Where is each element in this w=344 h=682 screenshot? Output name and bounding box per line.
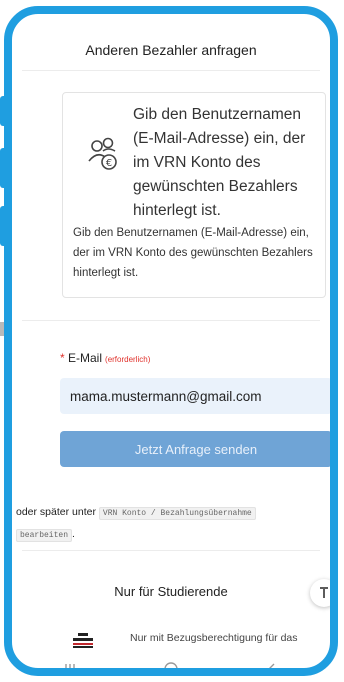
send-request-button[interactable]: Jetzt Anfrage senden	[60, 431, 330, 467]
email-label: * E-Mail (erforderlich)	[60, 351, 150, 365]
section-item-text: Nur mit Bezugsberechtigung für das	[130, 632, 298, 644]
users-euro-icon: €	[88, 137, 117, 170]
later-prefix: oder später unter	[16, 506, 96, 518]
dialog-title: Anderen Bezahler anfragen	[85, 42, 257, 58]
later-path-part2: bearbeiten	[16, 529, 73, 542]
info-text-large: Gib den Benutzernamen (E-Mail-Adresse) e…	[133, 106, 306, 219]
home-icon[interactable]	[163, 661, 179, 676]
later-path-part1: VRN Konto / Bezahlungsübernahme	[98, 507, 256, 520]
section-item[interactable]: Nur mit Bezugsberechtigung für das	[72, 632, 330, 652]
recents-icon[interactable]	[63, 662, 77, 676]
android-navbar	[20, 654, 322, 676]
later-suffix: .	[72, 528, 75, 540]
phone-frame: Anderen Bezahler anfragen € Gib den Benu…	[4, 6, 338, 676]
later-hint: oder später unter VRN Konto / Bezahlungs…	[16, 502, 330, 546]
email-value: mama.mustermann@gmail.com	[70, 388, 262, 404]
scroll-to-top-icon	[320, 587, 328, 598]
info-text-small: Gib den Benutzernamen (E-Mail-Adresse) e…	[73, 227, 313, 279]
email-label-text: E-Mail	[68, 351, 103, 365]
info-card: € Gib den Benutzernamen (E-Mail-Adresse)…	[62, 92, 326, 298]
section-title: Nur für Studierende	[114, 584, 228, 599]
card-divider	[22, 320, 320, 321]
required-star: *	[60, 351, 65, 365]
required-hint: (erforderlich)	[105, 355, 151, 364]
scroll-to-top-button[interactable]	[310, 579, 330, 607]
header-divider	[22, 70, 320, 71]
section-divider	[22, 550, 320, 551]
email-input[interactable]: mama.mustermann@gmail.com	[60, 378, 330, 414]
svg-text:€: €	[106, 158, 112, 169]
stack-icon	[73, 633, 93, 648]
back-icon[interactable]	[265, 662, 279, 676]
